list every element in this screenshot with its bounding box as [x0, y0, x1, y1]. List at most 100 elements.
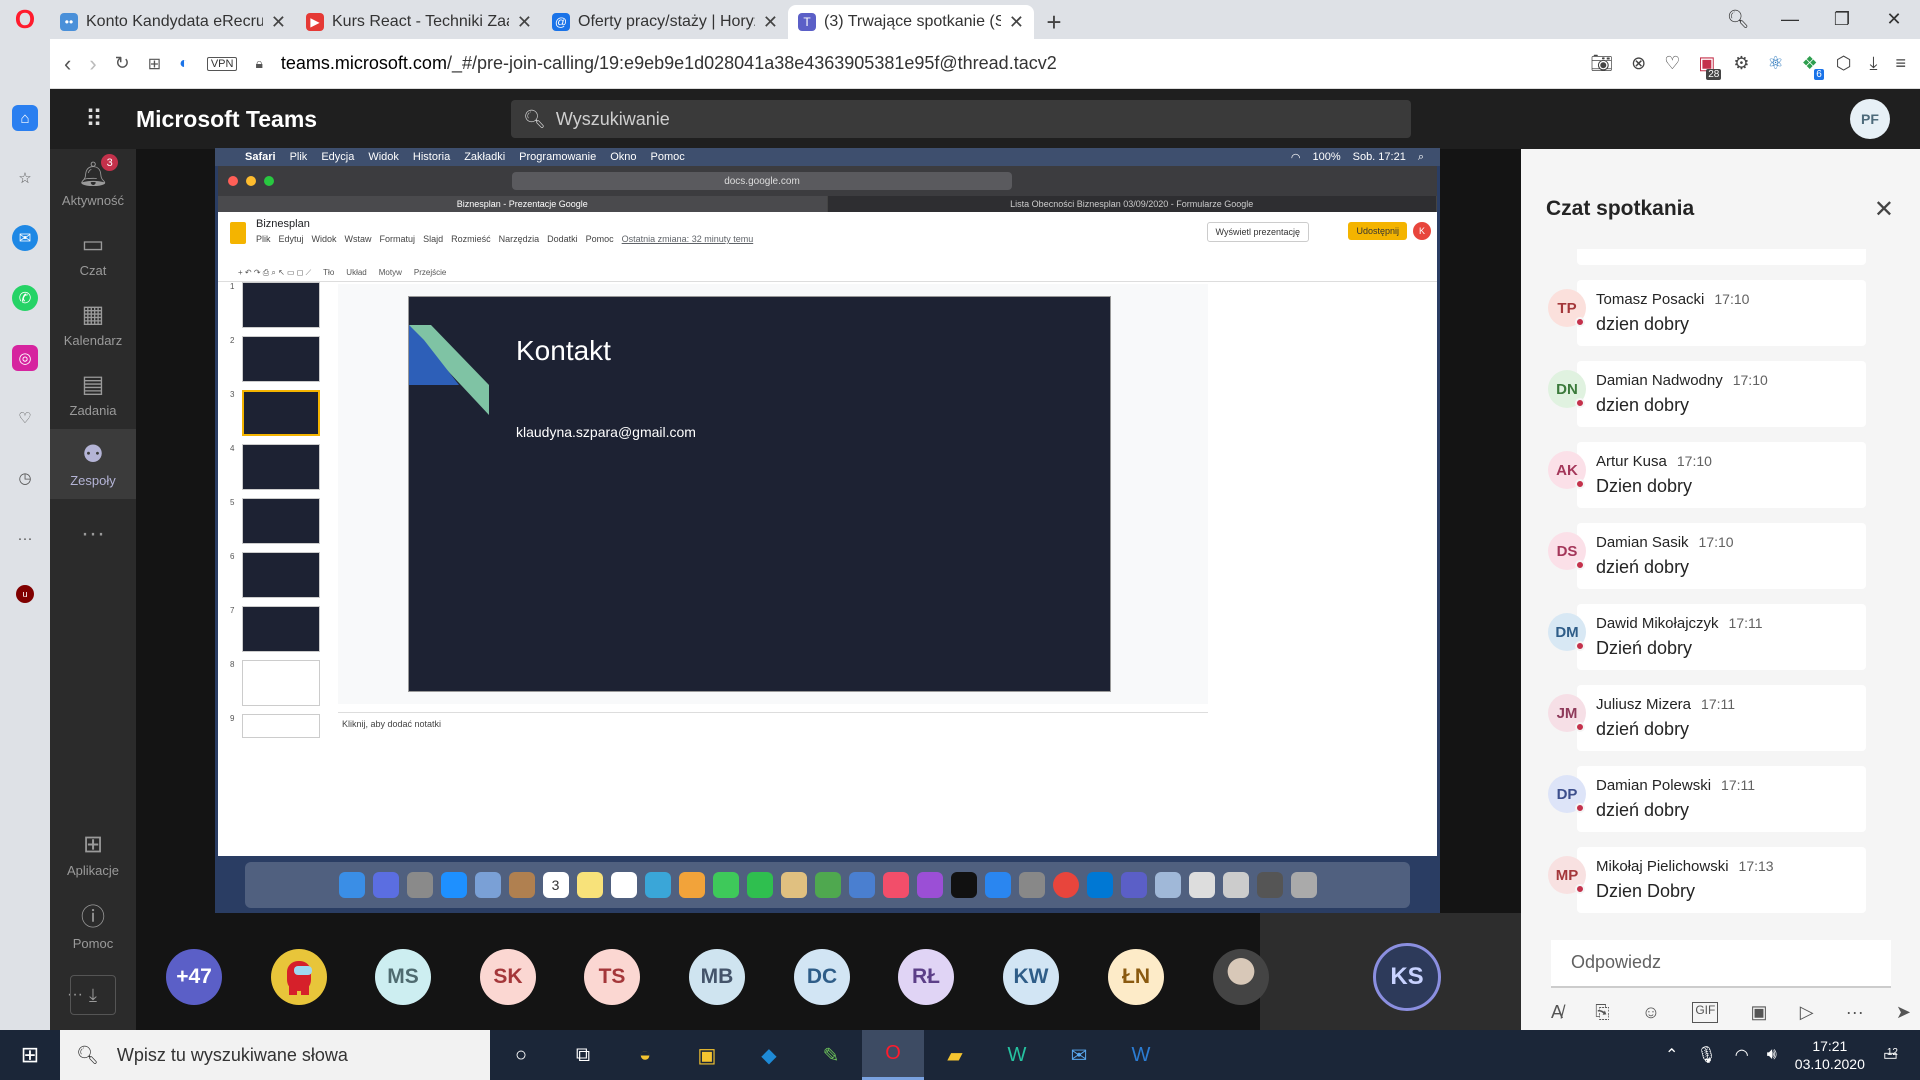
chevron-up-icon[interactable]: ⌃ — [1665, 1045, 1678, 1065]
opera-logo-icon[interactable]: O — [0, 0, 50, 39]
self-avatar[interactable]: KS — [1373, 943, 1441, 1011]
close-icon[interactable]: ✕ — [763, 12, 778, 33]
chat-message[interactable]: Juliusz Mizera 17:11 dzień dobry — [1577, 685, 1866, 751]
heart-icon[interactable]: ♡ — [12, 405, 38, 431]
rail-item-activity[interactable]: 🔔︎ 3 Aktywność — [50, 149, 136, 219]
download-icon[interactable]: ⤓ — [1870, 53, 1878, 74]
download-app-icon[interactable]: ⤓ — [70, 975, 116, 1015]
cube-icon[interactable]: ⬡ — [1836, 53, 1852, 74]
chat-message[interactable]: Dawid Mikołajczyk 17:11 Dzień dobry — [1577, 604, 1866, 670]
sticker-icon[interactable]: ▣ — [1751, 1002, 1768, 1023]
browser-tab[interactable]: ▶ Kurs React - Techniki Zaaw ✕ — [296, 5, 542, 39]
word-icon[interactable]: W — [1110, 1030, 1172, 1080]
close-window-icon[interactable]: ✕ — [1868, 9, 1920, 30]
file-explorer-icon[interactable]: ▰ — [924, 1030, 986, 1080]
forward-icon[interactable]: › — [89, 51, 96, 77]
react-devtools-icon[interactable]: ⚛ — [1768, 53, 1784, 74]
participant-avatar[interactable]: TS — [584, 949, 640, 1005]
taskbar-clock[interactable]: 17:21 03.10.2020 — [1795, 1037, 1865, 1073]
opera-taskbar-icon[interactable]: O — [862, 1030, 924, 1080]
notepad-icon[interactable]: ✎ — [800, 1030, 862, 1080]
vpn-badge[interactable]: VPN — [206, 56, 238, 71]
wifi-icon[interactable]: ◠ — [1735, 1045, 1749, 1065]
browser-tab[interactable]: @ Oferty pracy/staży | Horyzo ✕ — [542, 5, 788, 39]
search-input[interactable]: 🔍︎ Wyszukiwanie — [511, 100, 1411, 138]
back-icon[interactable]: ‹ — [64, 51, 71, 77]
shield-icon[interactable]: ◐ — [179, 55, 189, 73]
participant-avatar[interactable]: DC — [794, 949, 850, 1005]
overflow-count[interactable]: +47 — [166, 949, 222, 1005]
camera-icon[interactable]: 📷︎ — [1590, 53, 1613, 74]
windows-start-icon[interactable]: ⊞ — [0, 1042, 60, 1068]
reply-input[interactable]: Odpowiedz — [1551, 940, 1891, 988]
intellij-icon[interactable]: ▣ — [676, 1030, 738, 1080]
history-icon[interactable]: ◷ — [12, 465, 38, 491]
more-icon[interactable]: ··· — [12, 525, 38, 551]
chat-message[interactable]: Damian Polewski 17:11 dzień dobry — [1577, 766, 1866, 832]
webstorm-icon[interactable]: W — [986, 1030, 1048, 1080]
instagram-icon[interactable]: ◎ — [12, 345, 38, 371]
taskbar-search[interactable]: 🔍︎ Wpisz tu wyszukiwane słowa — [60, 1030, 490, 1080]
participant-avatar[interactable]: MS — [375, 949, 431, 1005]
more-options-icon[interactable]: ··· — [1846, 1002, 1864, 1023]
home-icon[interactable]: ⌂ — [12, 105, 38, 131]
participant-avatar[interactable]: KW — [1003, 949, 1059, 1005]
attach-icon[interactable]: ⎘ — [1595, 1002, 1609, 1023]
microphone-icon[interactable]: 🎙︎ — [1696, 1045, 1716, 1065]
database-app-icon[interactable]: ◒ — [614, 1030, 676, 1080]
browser-tab-active[interactable]: T (3) Trwające spotkanie (Spo ✕ — [788, 5, 1034, 39]
reload-icon[interactable]: ↻ — [115, 53, 130, 74]
chat-message[interactable]: Damian Nadwodny 17:10 dzien dobry — [1577, 361, 1866, 427]
profile-avatar[interactable]: PF — [1850, 99, 1890, 139]
whatsapp-icon[interactable]: ✆ — [12, 285, 38, 311]
url-field[interactable]: teams.microsoft.com/_#/pre-join-calling/… — [281, 53, 1572, 74]
emoji-icon[interactable]: ☺ — [1642, 1002, 1660, 1023]
star-icon[interactable]: ☆ — [12, 165, 38, 191]
praise-icon[interactable]: ▷ — [1800, 1002, 1814, 1023]
among-us-avatar-icon[interactable] — [271, 949, 327, 1005]
restore-icon[interactable]: ❐ — [1816, 9, 1868, 30]
chat-message[interactable]: Tomasz Posacki 17:10 dzien dobry — [1577, 280, 1866, 346]
participant-avatar[interactable]: MB — [689, 949, 745, 1005]
close-icon[interactable]: ✕ — [1874, 195, 1894, 224]
participant-avatar[interactable]: RŁ — [898, 949, 954, 1005]
rail-item-help[interactable]: ⓘ Pomoc — [50, 889, 136, 959]
rail-item-teams[interactable]: ⚉ Zespoły — [50, 429, 136, 499]
speed-dial-icon[interactable]: ⊞ — [148, 54, 161, 74]
extension-red-icon[interactable]: ▣ 28 — [1698, 53, 1722, 80]
participant-avatar[interactable]: SK — [480, 949, 536, 1005]
notifications-icon[interactable]: ▭ 12 — [1883, 1045, 1898, 1065]
ublock-icon[interactable]: u — [16, 585, 34, 603]
vscode-icon[interactable]: ◆ — [738, 1030, 800, 1080]
participant-avatar[interactable]: ŁN — [1108, 949, 1164, 1005]
colorful-extension-icon[interactable]: ❖ 6 — [1802, 53, 1824, 80]
browser-tab[interactable]: •• Konto Kandydata eRecruiter ✕ — [50, 5, 296, 39]
task-view-icon[interactable]: ⧉ — [552, 1030, 614, 1080]
chat-message[interactable]: Damian Sasik 17:10 dzień dobry — [1577, 523, 1866, 589]
close-icon[interactable]: ✕ — [517, 12, 532, 33]
volume-icon[interactable]: 🔊︎ — [1767, 1046, 1777, 1064]
close-icon[interactable]: ✕ — [271, 12, 286, 33]
messenger-icon[interactable]: ✉ — [12, 225, 38, 251]
app-launcher-icon[interactable]: ⠿ — [50, 105, 136, 134]
new-tab-button[interactable]: + — [1034, 5, 1074, 39]
search-tabs-icon[interactable]: 🔍︎ — [1712, 9, 1764, 30]
menu-icon[interactable]: ≡ — [1895, 53, 1906, 74]
rail-item-tasks[interactable]: ▤ Zadania — [50, 359, 136, 429]
chat-message[interactable]: Artur Kusa 17:10 Dzien dobry — [1577, 442, 1866, 508]
user-photo-icon[interactable] — [1213, 949, 1269, 1005]
chat-message[interactable]: Mikołaj Pielichowski 17:13 Dzien Dobry — [1577, 847, 1866, 913]
outlook-icon[interactable]: ✉ — [1048, 1030, 1110, 1080]
send-icon[interactable]: ➤ — [1896, 1002, 1911, 1023]
block-icon[interactable]: ⊗ — [1631, 53, 1646, 74]
rail-item-chat[interactable]: ▭ Czat — [50, 219, 136, 289]
cortana-icon[interactable]: ○ — [490, 1030, 552, 1080]
gif-icon[interactable]: GIF — [1692, 1002, 1719, 1023]
rail-item-apps[interactable]: ⊞ Aplikacje — [50, 819, 136, 889]
more-apps-icon[interactable]: ··· — [50, 499, 136, 569]
gear-icon[interactable]: ⚙ — [1733, 53, 1749, 74]
close-icon[interactable]: ✕ — [1009, 12, 1024, 33]
minimize-icon[interactable]: — — [1764, 9, 1816, 30]
rail-item-calendar[interactable]: ▦ Kalendarz — [50, 289, 136, 359]
lock-icon[interactable]: 🔒︎ — [255, 55, 262, 72]
